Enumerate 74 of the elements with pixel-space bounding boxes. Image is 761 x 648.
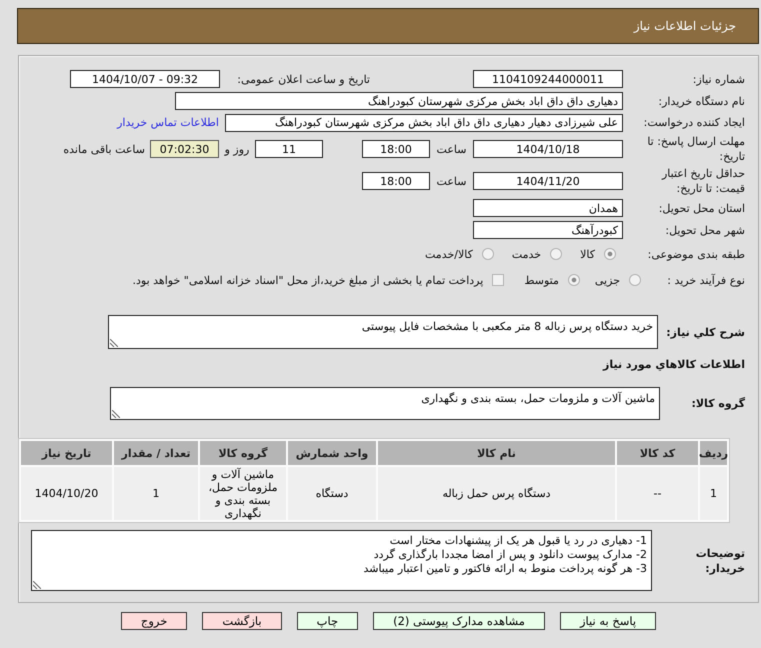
radio-button[interactable] [482, 248, 494, 260]
field-label: تاریخ و ساعت اعلان عمومی: [237, 72, 370, 86]
column-header: تاریخ نیاز [21, 441, 112, 465]
description-text: خرید دستگاه پرس زباله 8 متر مکعبی با مشخصات فایل پیوستی [362, 320, 653, 333]
field-label: نوع فرآیند خرید : [667, 272, 745, 288]
exit-button[interactable]: خروج [120, 612, 188, 630]
validity-time-field[interactable]: 18:00 [362, 172, 430, 190]
validity-date-field[interactable]: 1404/11/20 [473, 172, 623, 190]
field-label: توضیحات خریدار: [694, 546, 745, 576]
back-button[interactable]: بازگشت [202, 612, 282, 630]
radio-button[interactable] [629, 274, 641, 286]
field-label: گروه کالا: [691, 396, 745, 411]
print-button[interactable]: چاپ [296, 612, 358, 630]
note-line: 3- هر گونه پرداخت منوط به ارائه فاکتور و تامین اعتبار میباشد [362, 562, 647, 576]
radio-label: متوسط [524, 274, 559, 286]
deadline-date-field[interactable]: 1404/10/18 [473, 140, 623, 158]
contact-link[interactable]: اطلاعات تماس خریدار [117, 116, 219, 129]
remaining-time-field: 07:02:30 [150, 140, 219, 158]
radio-button[interactable] [568, 274, 580, 286]
column-header: نام کالا [378, 441, 615, 465]
radio-button[interactable] [550, 248, 562, 260]
table-cell: ماشین آلات و ملزومات حمل، بسته بندی و نگهداری [200, 467, 286, 520]
column-header: ردیف [700, 441, 727, 465]
city-field[interactable]: کبودرآهنگ [473, 221, 623, 239]
field-label: طبقه بندی موضوعی: [648, 246, 745, 262]
table-cell: -- [617, 467, 698, 520]
buyer-notes-field[interactable]: 1- دهیاری در رد یا قبول هر یک از پیشنهادات مختار است 2- مدارک پیوست دانلود و پس از امضا مجددا بارگذاری گردد 3- هر گونه پرداخت منوط به ارائه فاکتور و تامین اعتبار میباشد [31, 530, 652, 591]
announce-date-field[interactable]: 1404/10/07 - 09:32 [70, 70, 220, 88]
attachments-button[interactable]: مشاهده مدارک پیوستی (2) [373, 612, 545, 630]
days-field[interactable]: 11 [255, 140, 323, 158]
table-cell: دستگاه پرس حمل زباله [378, 467, 615, 520]
table-cell: دستگاه [288, 467, 376, 520]
resize-grip-icon[interactable] [110, 339, 118, 347]
field-label: استان محل تحویل: [658, 200, 745, 216]
column-header: کد کالا [617, 441, 698, 465]
field-label: شماره نیاز: [692, 72, 745, 86]
radio-label: خدمت [512, 248, 542, 260]
checkbox[interactable] [492, 274, 504, 286]
checkbox-label: پرداخت تمام یا بخشی از مبلغ خرید،از محل "اسناد خزانه اسلامی" خواهد بود. [132, 274, 484, 286]
days-label: روز و [224, 142, 250, 156]
need-number-field[interactable]: 1104109244000011 [473, 70, 623, 88]
field-label: شرح کلي نیاز: [666, 324, 745, 340]
field-label: نام دستگاه خریدار: [658, 94, 745, 108]
field-label: حداقل تاریخ اعتبار قیمت: تا تاریخ: [660, 166, 745, 196]
resize-grip-icon[interactable] [112, 410, 120, 418]
radio-button[interactable] [604, 248, 616, 260]
column-header: واحد شمارش [288, 441, 376, 465]
page-title: جزئیات اطلاعات نیاز [634, 19, 736, 33]
goods-group-field[interactable]: ماشین آلات و ملزومات حمل، بسته بندی و نگهداری [110, 387, 660, 420]
remaining-label: ساعت باقی مانده [63, 142, 145, 156]
note-line: 2- مدارک پیوست دانلود و پس از امضا مجددا بارگذاری گردد [372, 548, 647, 562]
column-header: تعداد / مقدار [114, 441, 198, 465]
resize-grip-icon[interactable] [33, 581, 41, 589]
table-cell: 1 [700, 467, 727, 520]
field-label: ایجاد کننده درخواست: [644, 115, 745, 130]
deadline-time-field[interactable]: 18:00 [362, 140, 430, 158]
note-line: 1- دهیاری در رد یا قبول هر یک از پیشنهادات مختار است [388, 534, 647, 548]
section-title: اطلاعات کالاهاي مورد نیاز [603, 358, 745, 370]
requester-field[interactable]: علی شیرزادی دهیار دهیاری داق داق اباد بخش مرکزی شهرستان کبودراهنگ [225, 114, 623, 132]
radio-label: جزیی [594, 274, 620, 286]
time-label: ساعت [436, 142, 466, 156]
description-field[interactable]: خرید دستگاه پرس زباله 8 متر مکعبی با مشخصات فایل پیوستی [108, 315, 658, 349]
field-label: مهلت ارسال پاسخ: تا تاریخ: [646, 134, 745, 164]
table-cell: 1404/10/20 [21, 467, 112, 520]
province-field[interactable]: همدان [473, 199, 623, 217]
radio-label: کالا/خدمت [425, 248, 473, 260]
buyer-org-field[interactable]: دهیاری داق داق اباد بخش مرکزی شهرستان کبودراهنگ [175, 92, 623, 110]
goods-group-text: ماشین آلات و ملزومات حمل، بسته بندی و نگهداری [421, 392, 655, 405]
column-header: گروه کالا [200, 441, 286, 465]
field-label: شهر محل تحویل: [665, 222, 745, 238]
time-label: ساعت [436, 174, 466, 188]
reply-button[interactable]: پاسخ به نیاز [560, 612, 656, 630]
radio-label: کالا [580, 248, 595, 260]
table-cell: 1 [114, 467, 198, 520]
